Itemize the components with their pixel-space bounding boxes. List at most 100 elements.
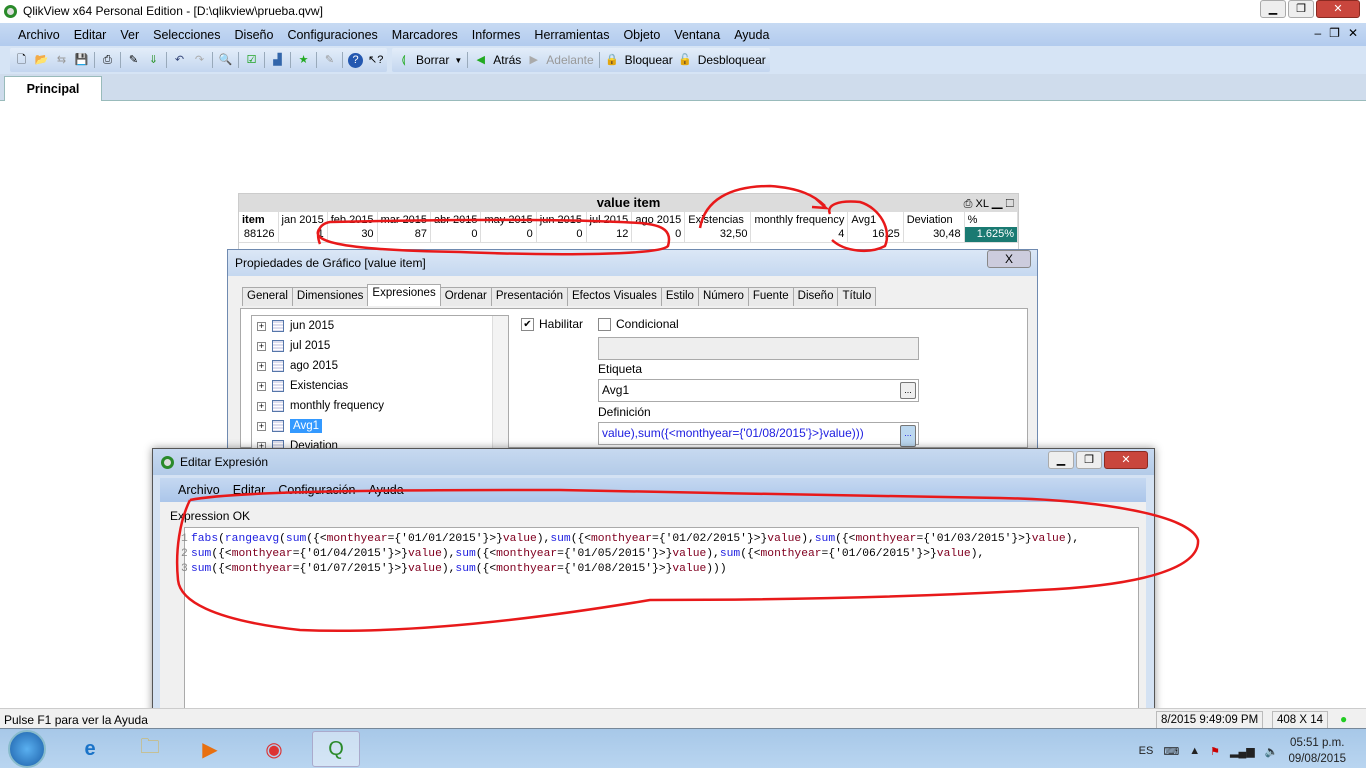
keyboard-icon[interactable]: ⌨ bbox=[1163, 745, 1179, 758]
show-hidden-icons[interactable]: ▲ bbox=[1189, 745, 1200, 757]
expression-item[interactable]: + Existencias bbox=[252, 376, 508, 396]
expression-list[interactable]: + jun 2015 + jul 2015 + ago 2015 + Existencias +… bbox=[251, 315, 509, 450]
restore-button[interactable]: ❐ bbox=[1288, 0, 1314, 18]
expression-item[interactable]: + Avg1 bbox=[252, 416, 508, 436]
maximize-button[interactable]: ❐ bbox=[1076, 451, 1102, 469]
tab-diseño[interactable]: Diseño bbox=[792, 287, 839, 306]
column-header[interactable]: mar 2015 bbox=[377, 212, 432, 227]
unlock-button[interactable]: Desbloquear bbox=[698, 53, 766, 67]
save-icon[interactable]: 💾 bbox=[74, 53, 89, 68]
table-row[interactable]: 88126 1 30 87 0 0 0 12 0 32,50 4 16,25 30,48 1.625% bbox=[239, 227, 1019, 243]
column-header[interactable]: Existencias bbox=[684, 212, 752, 227]
clear-button[interactable]: Borrar bbox=[416, 53, 449, 67]
new-icon[interactable]: 🗋 bbox=[14, 53, 29, 68]
menu-2[interactable]: Ver bbox=[120, 28, 139, 42]
chart-icon[interactable]: ▟ bbox=[270, 53, 285, 68]
print-icon[interactable]: ⎙ bbox=[100, 53, 115, 68]
tab-efectos-visuales[interactable]: Efectos Visuales bbox=[567, 287, 662, 306]
column-header[interactable]: feb 2015 bbox=[327, 212, 378, 227]
context-help-icon[interactable]: ↖? bbox=[368, 53, 383, 68]
label-more-button[interactable]: ... bbox=[900, 382, 916, 399]
tab-título[interactable]: Título bbox=[837, 287, 877, 306]
tab-fuente[interactable]: Fuente bbox=[747, 287, 794, 306]
undo-icon[interactable]: ↶ bbox=[172, 53, 187, 68]
conditional-checkbox[interactable] bbox=[598, 317, 611, 331]
enable-checkbox[interactable]: ✔ bbox=[521, 317, 534, 331]
column-header[interactable]: Avg1 bbox=[847, 212, 904, 227]
edit-menu-0[interactable]: Archivo bbox=[178, 483, 220, 497]
menu-6[interactable]: Marcadores bbox=[392, 28, 458, 42]
excel-export-button[interactable]: XL bbox=[976, 198, 989, 210]
menu-9[interactable]: Objeto bbox=[623, 28, 660, 42]
minimize-icon[interactable]: ▁ bbox=[992, 198, 1003, 210]
expand-icon[interactable]: + bbox=[257, 421, 266, 431]
edit-script-icon[interactable]: ✎ bbox=[126, 53, 141, 68]
definition-more-button[interactable]: ... bbox=[900, 425, 916, 447]
conditional-input[interactable] bbox=[598, 337, 919, 360]
menu-0[interactable]: Archivo bbox=[18, 28, 60, 42]
tab-principal[interactable]: Principal bbox=[4, 76, 102, 101]
column-header[interactable]: abr 2015 bbox=[430, 212, 482, 227]
expand-icon[interactable]: + bbox=[257, 381, 266, 391]
definition-input[interactable]: value),sum({<monthyear={'01/08/2015'}>}v… bbox=[598, 422, 919, 447]
menu-4[interactable]: Diseño bbox=[235, 28, 274, 42]
qlikview-taskbar-icon[interactable]: Q bbox=[312, 731, 360, 767]
mdi-minimize-button[interactable]: – bbox=[1314, 26, 1321, 40]
maximize-icon[interactable]: ☐ bbox=[1006, 198, 1014, 210]
internet-explorer-icon[interactable]: e bbox=[66, 731, 114, 767]
tab-ordenar[interactable]: Ordenar bbox=[439, 287, 492, 306]
scrollbar[interactable] bbox=[492, 316, 508, 449]
menu-5[interactable]: Configuraciones bbox=[287, 28, 377, 42]
clock[interactable]: 05:51 p.m. 09/08/2015 bbox=[1288, 735, 1346, 767]
close-button[interactable]: ✕ bbox=[1316, 0, 1360, 18]
menu-3[interactable]: Selecciones bbox=[153, 28, 220, 42]
language-indicator[interactable]: ES bbox=[1139, 745, 1154, 757]
tab-dimensiones[interactable]: Dimensiones bbox=[291, 287, 369, 306]
label-input[interactable]: Avg1 ... bbox=[598, 379, 919, 402]
column-header[interactable]: monthly frequency bbox=[750, 212, 849, 227]
edit-menu-1[interactable]: Editar bbox=[233, 483, 266, 497]
open-icon[interactable]: 📂 bbox=[34, 53, 49, 68]
close-button[interactable]: ✕ bbox=[1104, 451, 1148, 469]
minimize-button[interactable]: ▁ bbox=[1260, 0, 1286, 18]
column-header[interactable]: jun 2015 bbox=[536, 212, 587, 227]
reload-icon[interactable]: ⇆ bbox=[54, 53, 69, 68]
expression-item[interactable]: + ago 2015 bbox=[252, 356, 508, 376]
chart-value-item[interactable]: value item ⎙ XL ▁ ☐ item jan 2015 feb 2015… bbox=[238, 193, 1019, 255]
edit-menu-2[interactable]: Configuración bbox=[278, 483, 355, 497]
volume-icon[interactable]: 🔈 bbox=[1265, 745, 1279, 758]
lock-button[interactable]: Bloquear bbox=[625, 53, 673, 67]
menu-10[interactable]: Ventana bbox=[674, 28, 720, 42]
column-header[interactable]: ago 2015 bbox=[631, 212, 686, 227]
menu-1[interactable]: Editar bbox=[74, 28, 107, 42]
expression-item[interactable]: + monthly frequency bbox=[252, 396, 508, 416]
chrome-icon[interactable]: ◉ bbox=[250, 731, 298, 767]
tab-número[interactable]: Número bbox=[697, 287, 749, 306]
expand-icon[interactable]: + bbox=[257, 321, 266, 331]
expression-editor[interactable]: 1 fabs(rangeavg(sum({<monthyear={'01/01/2… bbox=[181, 527, 1139, 712]
expression-item[interactable]: + jun 2015 bbox=[252, 316, 508, 336]
menu-8[interactable]: Herramientas bbox=[534, 28, 609, 42]
start-button[interactable] bbox=[8, 730, 46, 768]
close-button[interactable]: X bbox=[987, 250, 1031, 268]
column-header[interactable]: item bbox=[239, 212, 279, 227]
expand-icon[interactable]: + bbox=[257, 361, 266, 371]
edit-icon[interactable]: ✎ bbox=[322, 53, 337, 68]
menu-11[interactable]: Ayuda bbox=[734, 28, 769, 42]
search-icon[interactable]: 🔍 bbox=[218, 53, 233, 68]
reload-data-icon[interactable]: ⇓ bbox=[146, 53, 161, 68]
network-icon[interactable]: ▂▄▆ bbox=[1230, 745, 1255, 758]
file-explorer-icon[interactable]: 🗀 bbox=[126, 731, 174, 767]
expression-item[interactable]: + jul 2015 bbox=[252, 336, 508, 356]
help-icon[interactable]: ? bbox=[348, 52, 363, 68]
edit-menu-3[interactable]: Ayuda bbox=[368, 483, 403, 497]
checkbox-icon[interactable]: ☑ bbox=[244, 53, 259, 68]
column-header[interactable]: may 2015 bbox=[480, 212, 537, 227]
column-header[interactable]: jan 2015 bbox=[278, 212, 328, 227]
minimize-button[interactable]: ▁ bbox=[1048, 451, 1074, 469]
mdi-restore-button[interactable]: ❐ bbox=[1329, 26, 1340, 40]
expand-icon[interactable]: + bbox=[257, 401, 266, 411]
print-icon[interactable]: ⎙ bbox=[964, 198, 976, 210]
tab-expresiones[interactable]: Expresiones bbox=[367, 284, 441, 306]
column-header[interactable]: % bbox=[964, 212, 1019, 227]
